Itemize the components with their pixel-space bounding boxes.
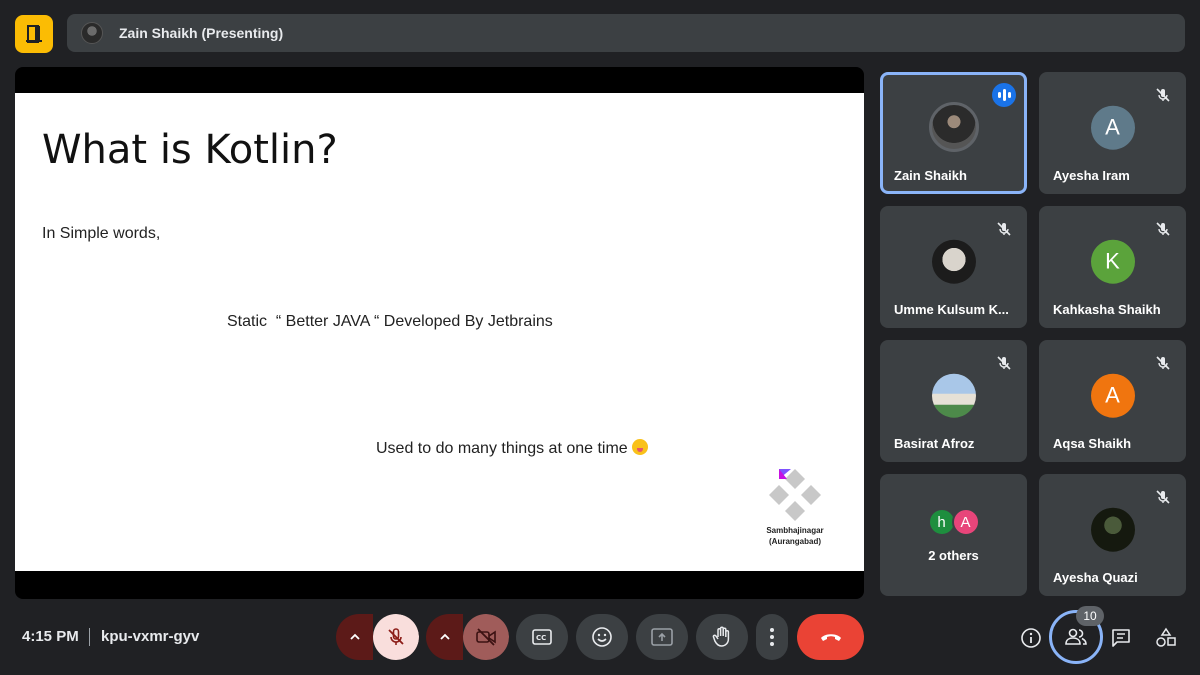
participant-tile[interactable]: Zain Shaikh (880, 72, 1027, 194)
presentation-stage: What is Kotlin? In Simple words, Static … (15, 67, 864, 599)
closed-captions-icon: CC (532, 629, 552, 645)
slide: What is Kotlin? In Simple words, Static … (15, 93, 864, 571)
others-tile[interactable]: h A 2 others (880, 474, 1027, 596)
participant-name: Aqsa Shaikh (1053, 436, 1132, 451)
participant-tile[interactable]: A Aqsa Shaikh (1039, 340, 1186, 462)
avatar-initial: A (1105, 382, 1120, 408)
mic-control-group (336, 614, 419, 660)
raise-hand-button[interactable] (696, 614, 748, 660)
participant-tile[interactable]: A Ayesha Iram (1039, 72, 1186, 194)
slide-text-3-label: Used to do many things at one time (376, 440, 628, 457)
more-options-button[interactable] (756, 614, 788, 660)
avatar (931, 373, 976, 418)
camera-control-group (426, 614, 509, 660)
present-button[interactable] (636, 614, 688, 660)
divider (89, 628, 90, 646)
emoji-icon (592, 627, 612, 647)
mic-off-icon (1150, 82, 1176, 108)
participant-tile[interactable]: Ayesha Quazi (1039, 474, 1186, 596)
meeting-time: 4:15 PM (22, 628, 79, 645)
participant-name: Ayesha Quazi (1053, 570, 1138, 585)
winking-tongue-emoji-icon (631, 439, 648, 455)
mic-off-icon (991, 216, 1017, 242)
chevron-up-icon (349, 633, 360, 640)
chat-button[interactable] (1103, 620, 1139, 656)
avatar (931, 239, 976, 284)
avatar: A (1090, 373, 1135, 418)
presenter-label: Zain Shaikh (Presenting) (119, 25, 284, 41)
avatar (1090, 507, 1135, 552)
activities-button[interactable] (1148, 620, 1184, 656)
slide-text-1: In Simple words, (42, 225, 161, 242)
camera-off-icon (476, 628, 496, 646)
captions-button[interactable]: CC (516, 614, 568, 660)
slide-text-3: Used to do many things at one time (376, 439, 648, 458)
avatar: K (1090, 239, 1135, 284)
companion-mode-button[interactable] (15, 15, 53, 53)
avatar (928, 102, 979, 152)
meeting-details-button[interactable] (1013, 620, 1049, 656)
hand-icon (712, 626, 730, 647)
mic-off-icon (388, 628, 404, 645)
participant-name: Kahkasha Shaikh (1053, 302, 1161, 317)
participant-name: Umme Kulsum K... (894, 302, 1009, 317)
meeting-code[interactable]: kpu-vxmr-gyv (101, 628, 199, 645)
audio-options-button[interactable] (336, 614, 373, 660)
more-vert-icon (770, 628, 774, 646)
participant-tile[interactable]: Basirat Afroz (880, 340, 1027, 462)
mic-off-icon (1150, 350, 1176, 376)
reactions-button[interactable] (576, 614, 628, 660)
shapes-icon (1156, 627, 1176, 647)
avatar: A (951, 508, 980, 536)
logo-caption-line-1: Sambhajinagar (766, 526, 824, 535)
call-end-icon (820, 634, 841, 641)
others-avatars: h A (927, 508, 980, 536)
participant-name: Basirat Afroz (894, 436, 975, 451)
logo-caption: Sambhajinagar (Aurangabad) (750, 525, 840, 547)
video-options-button[interactable] (426, 614, 463, 660)
present-screen-icon (651, 628, 673, 646)
door-icon (26, 25, 42, 43)
people-count-badge: 10 (1076, 606, 1104, 626)
mic-toggle-button[interactable] (373, 614, 419, 660)
presenting-banner[interactable]: Zain Shaikh (Presenting) (67, 14, 1185, 52)
people-icon (1065, 628, 1087, 645)
svg-text:CC: CC (536, 634, 546, 642)
camera-toggle-button[interactable] (463, 614, 509, 660)
kotlin-community-logo (769, 469, 821, 521)
avatar-initial: A (960, 513, 971, 531)
others-label: 2 others (928, 548, 979, 563)
speaking-indicator-icon (992, 83, 1016, 107)
chevron-up-icon (439, 633, 450, 640)
chat-icon (1112, 629, 1130, 647)
participant-tile[interactable]: K Kahkasha Shaikh (1039, 206, 1186, 328)
logo-caption-line-2: (Aurangabad) (769, 537, 821, 546)
avatar-initial: A (1105, 114, 1120, 140)
participant-name: Zain Shaikh (894, 168, 967, 183)
participant-name: Ayesha Iram (1053, 168, 1130, 183)
slide-title: What is Kotlin? (42, 127, 338, 173)
presenter-avatar (81, 22, 103, 44)
mic-off-icon (991, 350, 1017, 376)
info-icon (1021, 628, 1041, 648)
mic-off-icon (1150, 216, 1176, 242)
leave-call-button[interactable] (797, 614, 864, 660)
mic-off-icon (1150, 484, 1176, 510)
avatar-initial: K (1105, 248, 1120, 274)
avatar: A (1090, 105, 1135, 150)
slide-text-2: Static “ Better JAVA “ Developed By Jetb… (227, 313, 553, 330)
avatar-initial: h (937, 513, 946, 531)
participant-tile[interactable]: Umme Kulsum K... (880, 206, 1027, 328)
